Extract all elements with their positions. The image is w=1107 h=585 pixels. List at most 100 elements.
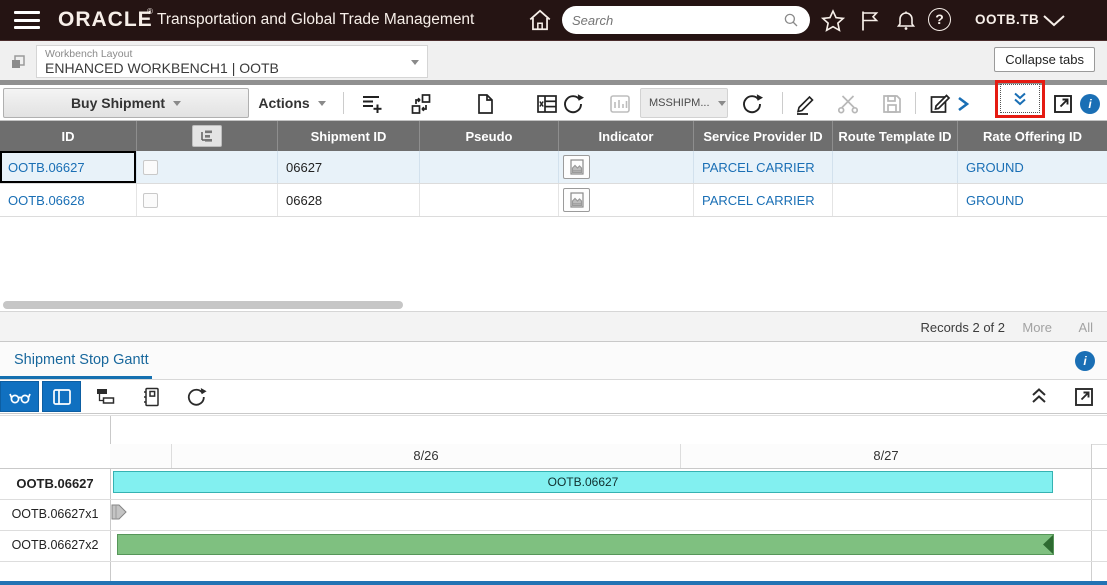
gantt-shipment-bar[interactable]: OOTB.06627 <box>113 471 1053 493</box>
registered-mark: ® <box>147 7 153 16</box>
edit-pencil-icon[interactable] <box>793 92 817 116</box>
info-icon[interactable]: i <box>1080 94 1100 114</box>
home-icon[interactable] <box>527 7 553 33</box>
saved-query-selector[interactable]: MSSHIPM... <box>640 88 728 118</box>
cell-pseudo <box>420 151 559 183</box>
table-row: OOTB.06628 06628 PARCEL CARRIER GROUND <box>0 184 1107 217</box>
gantt-date-cell-empty <box>110 444 171 468</box>
gantt-stop-marker-icon[interactable] <box>111 503 128 521</box>
row-checkbox[interactable] <box>143 159 158 175</box>
favorites-star-icon[interactable] <box>820 8 846 34</box>
column-header-route-template-id[interactable]: Route Template ID <box>833 121 958 151</box>
gantt-activity-bar[interactable] <box>117 534 1054 555</box>
open-in-new-window-icon[interactable] <box>1051 92 1075 116</box>
column-header-indicator[interactable]: Indicator <box>559 121 694 151</box>
cell-route-template <box>833 184 958 216</box>
records-bar: Records 2 of 2 More All <box>0 311 1107 341</box>
gantt-date-label: 8/26 <box>171 444 680 468</box>
help-icon[interactable]: ? <box>928 8 951 31</box>
gantt-open-in-new-window-icon[interactable] <box>1072 385 1096 409</box>
indicator-document-icon[interactable] <box>563 188 590 212</box>
gantt-row-label: OOTB.06627x2 <box>11 538 99 552</box>
shipment-id-link[interactable]: OOTB.06627 <box>8 160 85 175</box>
all-button[interactable]: All <box>1079 320 1093 335</box>
edit-in-window-icon[interactable] <box>928 92 952 116</box>
cell-id-focused[interactable]: OOTB.06627 <box>0 151 137 183</box>
panel-layout-button[interactable] <box>42 381 81 412</box>
export-table-icon[interactable] <box>535 92 559 116</box>
indicator-document-icon[interactable] <box>563 155 590 179</box>
shipments-table: ID Shipment ID Pseudo Indicator Service … <box>0 121 1107 217</box>
gantt-refresh-icon[interactable] <box>184 385 208 409</box>
horizontal-scrollbar-thumb[interactable] <box>3 301 403 309</box>
chart-icon[interactable] <box>608 92 632 116</box>
cell-select <box>137 151 278 183</box>
tab-shipment-stop-gantt[interactable]: Shipment Stop Gantt <box>14 352 149 368</box>
notifications-bell-icon[interactable] <box>894 8 918 32</box>
top-navigation-bar: ORACLE ® Transportation and Global Trade… <box>0 0 1107 40</box>
gantt-row-separator <box>0 530 1107 531</box>
service-provider-link[interactable]: PARCEL CARRIER <box>702 160 815 175</box>
toolbar-separator <box>915 92 916 114</box>
gantt-info-icon[interactable]: i <box>1075 351 1095 371</box>
records-count: Records 2 of 2 <box>920 320 1005 335</box>
document-icon[interactable] <box>473 92 497 116</box>
gantt-bar-end-arrow-icon <box>1042 535 1053 554</box>
column-header-id[interactable]: ID <box>0 121 137 151</box>
workbench-restore-icon[interactable] <box>10 54 26 70</box>
hierarchy-list-button[interactable] <box>192 125 222 147</box>
gantt-row-label: OOTB.06627x1 <box>11 507 99 521</box>
column-header-hierarchy[interactable] <box>137 121 278 151</box>
rate-offering-link[interactable]: GROUND <box>966 193 1024 208</box>
shipment-id-link[interactable]: OOTB.06628 <box>8 193 85 208</box>
rate-offering-link[interactable]: GROUND <box>966 160 1024 175</box>
saved-query-caret-icon <box>717 100 726 106</box>
user-menu[interactable]: OOTB.TB <box>975 0 1039 40</box>
cell-service-provider: PARCEL CARRIER <box>694 184 833 216</box>
workbench-layout-selector[interactable]: Workbench Layout ENHANCED WORKBENCH1 | O… <box>36 45 428 78</box>
actions-button[interactable]: Actions <box>252 88 332 118</box>
column-header-rate-offering-id[interactable]: Rate Offering ID <box>958 121 1107 151</box>
view-selector-button[interactable]: Buy Shipment <box>3 88 249 118</box>
row-checkbox[interactable] <box>143 192 158 208</box>
service-provider-link[interactable]: PARCEL CARRIER <box>702 193 815 208</box>
shipment-toolbar: Buy Shipment Actions MSSHIPM... i <box>0 80 1107 121</box>
view-selector-label: Buy Shipment <box>70 95 166 111</box>
hamburger-menu-icon[interactable] <box>14 11 40 29</box>
column-header-shipment-id[interactable]: Shipment ID <box>278 121 420 151</box>
search-input[interactable] <box>572 12 782 28</box>
cell-id[interactable]: OOTB.06628 <box>0 184 137 216</box>
gantt-chart: 8/26 8/27 OOTB.06627 OOTB.06627x1 OOTB.0… <box>0 415 1107 585</box>
unassign-scissors-icon[interactable] <box>836 92 860 116</box>
user-menu-chevron-down-icon[interactable] <box>1040 13 1068 29</box>
reassign-icon[interactable] <box>409 92 433 116</box>
app-window: ORACLE ® Transportation and Global Trade… <box>0 0 1107 585</box>
expand-right-chevron-icon[interactable] <box>955 92 971 116</box>
collapse-panel-double-chevron-up-icon[interactable] <box>1030 385 1048 409</box>
gantt-toolbar <box>0 380 1107 414</box>
save-icon[interactable] <box>880 92 904 116</box>
cell-route-template <box>833 151 958 183</box>
column-header-service-provider-id[interactable]: Service Provider ID <box>694 121 833 151</box>
flag-icon[interactable] <box>858 9 882 33</box>
cell-rate-offering: GROUND <box>958 184 1107 216</box>
more-button[interactable]: More <box>1022 320 1052 335</box>
workbench-layout-bar: Workbench Layout ENHANCED WORKBENCH1 | O… <box>0 40 1107 80</box>
cell-select <box>137 184 278 216</box>
refresh-icon[interactable] <box>561 92 585 116</box>
workbench-dropdown-caret-icon[interactable] <box>411 60 419 65</box>
gantt-hierarchy-icon[interactable] <box>94 385 118 409</box>
actions-caret-icon <box>317 100 326 106</box>
collapse-tabs-button[interactable]: Collapse tabs <box>994 47 1095 72</box>
search-icon[interactable] <box>782 11 800 29</box>
show-more-double-chevron-button[interactable] <box>1000 84 1040 113</box>
app-title: Transportation and Global Trade Manageme… <box>157 11 475 28</box>
global-search-box <box>562 6 810 34</box>
column-header-pseudo[interactable]: Pseudo <box>420 121 559 151</box>
notebook-icon[interactable] <box>139 385 163 409</box>
view-caret-icon <box>173 100 182 106</box>
legend-glasses-button[interactable] <box>0 381 39 412</box>
cell-shipment-id: 06628 <box>278 184 420 216</box>
add-to-list-icon[interactable] <box>360 92 384 116</box>
refresh-query-icon[interactable] <box>740 92 764 116</box>
